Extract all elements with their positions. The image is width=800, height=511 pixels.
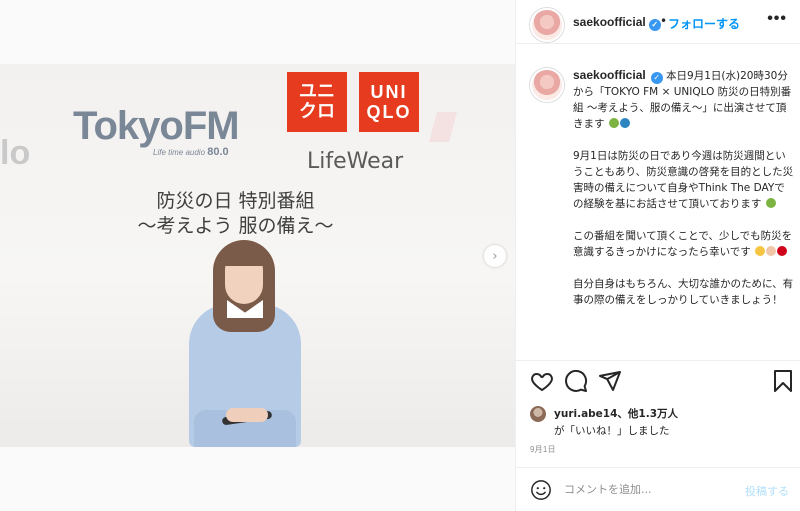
avatar[interactable] <box>530 8 564 42</box>
tokyofm-wordmark-text: TokyoFM <box>73 104 240 148</box>
comment-icon[interactable] <box>564 369 588 393</box>
caption-username[interactable]: saekoofficial <box>573 68 646 82</box>
caption-text-4: 自分自身はもちろん、大切な誰かのために、有事の際の備えをしっかりしていきましょう… <box>573 278 794 306</box>
liker-avatar[interactable] <box>530 406 546 422</box>
verified-icon: ✓ <box>650 72 663 84</box>
post-comment-button[interactable]: 投稿する <box>745 483 789 499</box>
action-bar <box>516 360 800 400</box>
follow-button[interactable]: フォローする <box>668 15 740 32</box>
header-username[interactable]: saekoofficial ✓ <box>573 15 661 31</box>
likes-text: が「いいね！」しました <box>554 425 670 437</box>
post-media[interactable]: lo TokyoFM Life time audio 80.0 ユニ クロ UN… <box>0 0 515 511</box>
likes-summary: yuri.abe14、他1.3万人 が「いいね！」しました <box>530 404 795 438</box>
more-options-button[interactable]: ••• <box>767 10 787 28</box>
caption-paragraph-4: 自分自身はもちろん、大切な誰かのために、有事の際の備えをしっかりしていきましょう… <box>573 276 795 308</box>
comment-box: 投稿する <box>516 467 800 511</box>
caption-scroll-area[interactable]: saekoofficial ✓ 本日9月1日(水)20時30分から「TOKYO F… <box>516 44 800 360</box>
header-username-text[interactable]: saekoofficial <box>573 15 646 29</box>
backdrop-decoration <box>428 112 458 142</box>
backdrop-fragment: lo <box>0 134 31 172</box>
lifewear-text: LifeWear <box>307 149 404 174</box>
post-header: saekoofficial ✓ • フォローする ••• <box>516 0 800 44</box>
tokyofm-wordmark: TokyoFM <box>73 104 240 148</box>
program-subtitle: 〜考えよう 服の備え〜 <box>137 215 334 237</box>
seedling-emoji-icon <box>608 118 619 128</box>
hands-emoji-icon <box>766 246 777 256</box>
smile-emoji-icon <box>755 246 766 256</box>
verified-icon: ✓ <box>648 19 661 31</box>
person-bangs <box>220 246 268 266</box>
uniqlo-logo-latin: UNI QLO <box>359 72 419 132</box>
likes-count[interactable]: yuri.abe14、他1.3万人 <box>554 406 678 421</box>
heart-emoji-icon <box>777 246 788 256</box>
uniqlo-logo-kana: ユニ クロ <box>287 72 347 132</box>
seedling-emoji-icon <box>765 198 776 208</box>
share-icon[interactable] <box>598 369 622 393</box>
heart-icon[interactable] <box>530 369 554 393</box>
post-side-panel: saekoofficial ✓ • フォローする ••• saekoofficia… <box>515 0 800 511</box>
caption-avatar[interactable] <box>530 68 564 102</box>
caption-paragraph-2: 9月1日は防災の日であり今週は防災週間ということもあり、防災意識の啓発を目的とし… <box>573 148 795 212</box>
person-hands <box>226 408 268 422</box>
caption-paragraph-1: saekoofficial ✓ 本日9月1日(水)20時30分から「TOKYO F… <box>573 68 795 132</box>
tokyofm-tagline-text: Life time audio <box>153 148 206 157</box>
bookmark-icon[interactable] <box>771 369 795 393</box>
globe-emoji-icon <box>619 118 630 128</box>
tokyofm-frequency: 80.0 <box>207 146 229 158</box>
emoji-icon[interactable] <box>530 479 552 501</box>
comment-input[interactable] <box>564 480 734 498</box>
post-photo[interactable]: lo TokyoFM Life time audio 80.0 ユニ クロ UN… <box>0 64 515 447</box>
tokyofm-tagline: Life time audio 80.0 <box>153 146 229 158</box>
separator-dot: • <box>660 14 668 28</box>
chevron-right-icon: › <box>492 248 498 264</box>
program-title: 防災の日 特別番組 <box>156 190 315 212</box>
tokyofm-logo: TokyoFM Life time audio 80.0 <box>73 104 240 158</box>
caption-paragraph-3: この番組を聞いて頂くことで、少しでも防災を意識するきっかけになったら幸いです <box>573 228 795 260</box>
post-date[interactable]: 9月1日 <box>530 444 556 455</box>
next-photo-button[interactable]: › <box>484 245 506 267</box>
caption-text-2: 9月1日は防災の日であり今週は防災週間ということもあり、防災意識の啓発を目的とし… <box>573 150 794 210</box>
caption: saekoofficial ✓ 本日9月1日(水)20時30分から「TOKYO F… <box>573 68 795 324</box>
